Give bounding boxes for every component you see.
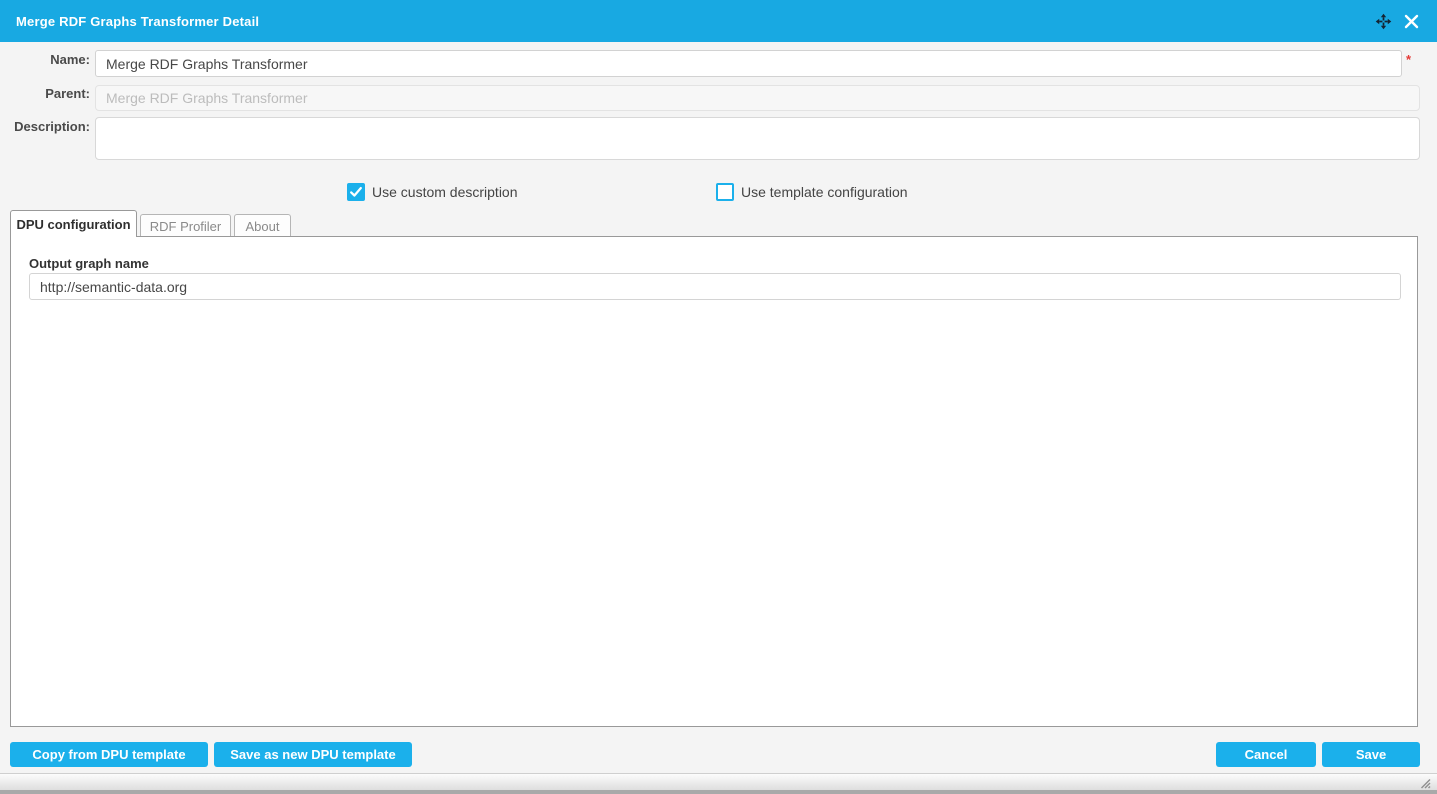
window-bottom-edge [0,790,1437,794]
output-graph-name-input[interactable] [29,273,1401,300]
use-template-configuration-group: Use template configuration [716,183,908,201]
use-custom-description-group: Use custom description [347,183,518,201]
use-custom-description-label: Use custom description [372,184,518,200]
parent-label: Parent: [45,86,90,101]
status-bar [0,773,1437,790]
use-template-configuration-label: Use template configuration [741,184,908,200]
checkmark-icon [350,186,362,197]
dialog-title: Merge RDF Graphs Transformer Detail [16,13,260,29]
output-graph-name-label: Output graph name [29,256,149,271]
name-label: Name: [50,52,90,67]
copy-from-dpu-template-button[interactable]: Copy from DPU template [10,742,208,767]
save-button[interactable]: Save [1322,742,1420,767]
parent-input [95,85,1420,111]
name-input[interactable] [95,50,1402,77]
description-textarea[interactable] [95,117,1420,160]
tab-dpu-configuration[interactable]: DPU configuration [10,210,137,237]
description-label: Description: [14,119,90,134]
tab-about[interactable]: About [234,214,291,237]
use-custom-description-checkbox[interactable] [347,183,365,201]
required-asterisk: * [1406,52,1412,67]
close-icon[interactable] [1397,7,1425,35]
dpu-configuration-panel: Output graph name [10,236,1418,727]
use-template-configuration-checkbox[interactable] [716,183,734,201]
save-as-new-dpu-template-button[interactable]: Save as new DPU template [214,742,412,767]
cancel-button[interactable]: Cancel [1216,742,1316,767]
tab-rdf-profiler[interactable]: RDF Profiler [140,214,231,237]
move-icon[interactable] [1369,7,1397,35]
dpu-detail-dialog: Merge RDF Graphs Transformer Detail Name… [0,0,1437,794]
dialog-titlebar[interactable]: Merge RDF Graphs Transformer Detail [0,0,1437,42]
